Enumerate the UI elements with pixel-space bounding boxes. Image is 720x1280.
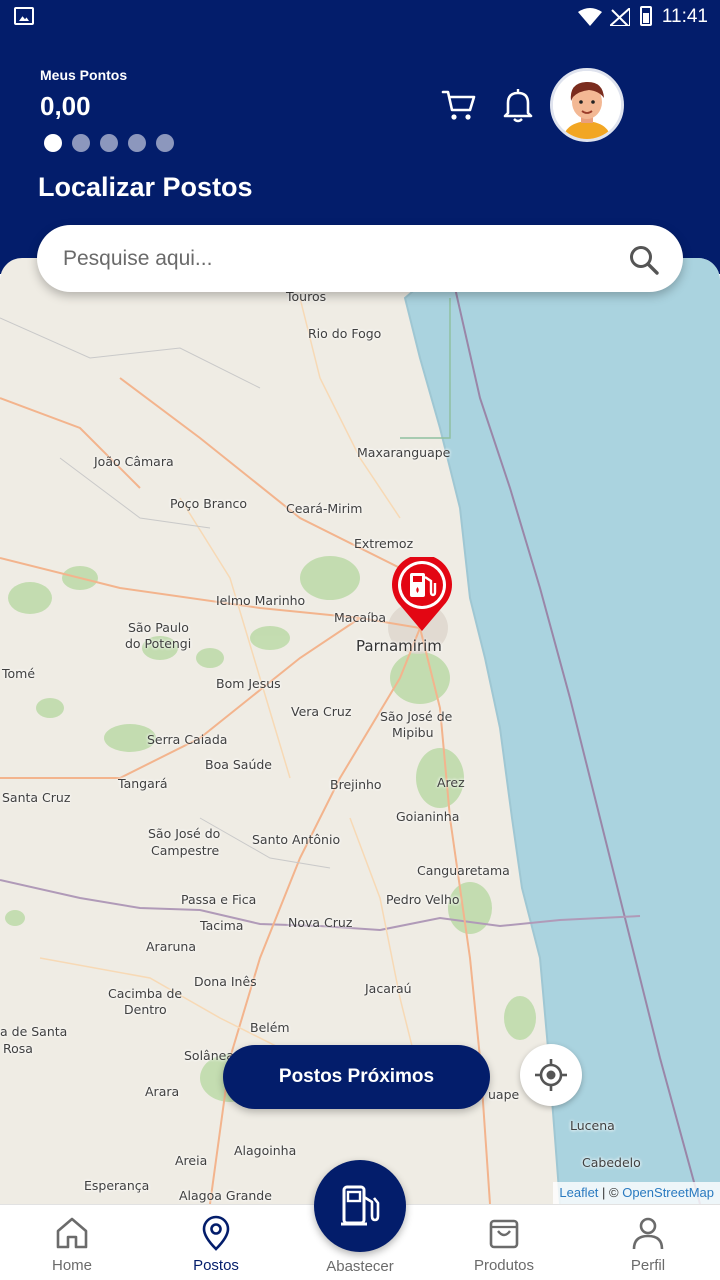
nearby-stations-button[interactable]: Postos Próximos — [223, 1045, 490, 1109]
map-label: Cacimba de — [108, 986, 183, 1001]
map-label: Brejinho — [330, 777, 382, 792]
crosshair-icon — [535, 1059, 567, 1091]
no-signal-icon — [610, 8, 630, 26]
search-icon[interactable] — [628, 244, 660, 276]
carousel-dot[interactable] — [100, 134, 118, 152]
map-label: Serra Caiada — [147, 732, 228, 747]
map-label: Araruna — [146, 939, 196, 954]
search-input[interactable] — [63, 239, 603, 279]
map-label: São José do — [148, 826, 221, 841]
map-label: Areia — [175, 1153, 208, 1168]
nav-item-perfil[interactable]: Perfil — [593, 1205, 703, 1280]
nav-label: Produtos — [473, 1257, 535, 1274]
search-bar — [37, 225, 683, 292]
bell-icon[interactable] — [500, 86, 536, 124]
map-label: Santo Antônio — [252, 832, 341, 847]
clock: 11:41 — [661, 6, 708, 27]
carousel-dot[interactable] — [44, 134, 62, 152]
nav-item-home[interactable]: Home — [17, 1205, 127, 1280]
nav-item-produtos[interactable]: Produtos — [449, 1205, 559, 1280]
map-label: Alagoinha — [234, 1143, 297, 1158]
user-icon — [632, 1217, 664, 1250]
map-label: Canguaretama — [417, 863, 510, 878]
map-label: Maxaranguape — [357, 445, 451, 460]
avatar-illustration-icon — [553, 71, 621, 139]
map-label: Rosa — [3, 1041, 33, 1056]
map-attribution: Leaflet | © OpenStreetMap — [553, 1182, 720, 1204]
map-label: Ceará-Mirim — [286, 501, 363, 516]
shopping-bag-icon — [489, 1219, 519, 1249]
map-label: Passa e Fica — [181, 892, 257, 907]
nav-label-abastecer: Abastecer — [326, 1258, 394, 1275]
carousel-dot[interactable] — [128, 134, 146, 152]
map-label: Esperança — [84, 1178, 150, 1193]
map-label: Jacaraú — [365, 981, 412, 996]
map-label: João Câmara — [94, 454, 174, 469]
map-label: Tangará — [118, 776, 168, 791]
status-bar: 11:41 — [0, 0, 720, 34]
fuel-pump-icon — [341, 1185, 380, 1226]
map-label: Arez — [437, 775, 465, 790]
map-label: Nova Cruz — [288, 915, 353, 930]
fuel-station-marker[interactable] — [390, 557, 454, 633]
map-label: Dona Inês — [194, 974, 257, 989]
carousel-dots — [44, 134, 174, 152]
wifi-icon — [578, 8, 602, 26]
map-label: a de Santa — [0, 1024, 68, 1039]
image-notification-icon — [14, 7, 34, 25]
map-label: Ielmo Marinho — [216, 593, 306, 608]
map-label: Macaíba — [334, 610, 387, 625]
map-label: São Paulo — [128, 620, 189, 635]
map-label: Parnamirim — [356, 637, 442, 655]
map-label: Lucena — [570, 1118, 615, 1133]
nav-label: Home — [51, 1257, 92, 1274]
map-label: Bom Jesus — [216, 676, 281, 691]
map-label: Poço Branco — [170, 496, 248, 511]
map-label: Campestre — [151, 843, 220, 858]
map-label: Tomé — [2, 666, 36, 681]
carousel-dot[interactable] — [72, 134, 90, 152]
osm-link[interactable]: OpenStreetMap — [622, 1185, 714, 1200]
attribution-separator: | © — [598, 1185, 623, 1200]
my-location-button[interactable] — [520, 1044, 582, 1106]
map-label: do Potengi — [125, 636, 192, 651]
carousel-dot[interactable] — [156, 134, 174, 152]
map-label: Vera Cruz — [291, 704, 352, 719]
map-label: Rio do Fogo — [308, 326, 382, 341]
nav-label: Perfil — [630, 1257, 666, 1274]
map-label: São José de — [380, 709, 453, 724]
map-label: Pedro Velho — [386, 892, 460, 907]
map-label: Goianinha — [396, 809, 460, 824]
cart-icon[interactable] — [440, 86, 478, 124]
map-label: uape — [488, 1087, 520, 1102]
nav-item-postos[interactable]: Postos — [161, 1205, 271, 1280]
map-label: Cabedelo — [582, 1155, 641, 1170]
points-value: 0,00 — [40, 91, 91, 121]
avatar[interactable] — [550, 68, 624, 142]
map-label: Extremoz — [354, 536, 414, 551]
map-label: Tacima — [200, 918, 244, 933]
map-label: Boa Saúde — [205, 757, 272, 772]
map-label: Santa Cruz — [2, 790, 71, 805]
abastecer-button[interactable] — [314, 1160, 406, 1252]
page-title: Localizar Postos — [38, 172, 253, 202]
map-label: Belém — [250, 1020, 290, 1035]
battery-icon — [640, 6, 652, 26]
location-pin-icon — [202, 1215, 230, 1251]
map-label: Mipibu — [392, 725, 434, 740]
map-label: Dentro — [124, 1002, 167, 1017]
home-icon — [56, 1217, 88, 1249]
nav-label: Postos — [193, 1257, 239, 1274]
map-label: Arara — [145, 1084, 180, 1099]
map-label: Alagoa Grande — [179, 1188, 272, 1203]
leaflet-link[interactable]: Leaflet — [559, 1185, 598, 1200]
points-label: Meus Pontos — [40, 67, 128, 83]
